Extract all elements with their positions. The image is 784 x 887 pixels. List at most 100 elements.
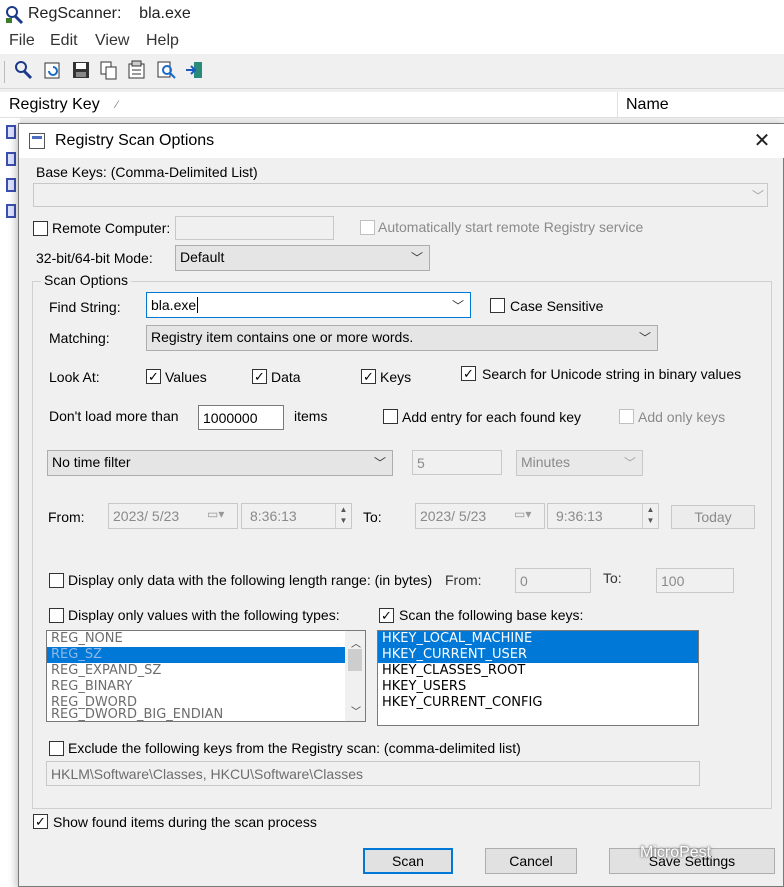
menu-edit[interactable]: Edit [50,32,78,50]
registry-row-icon [6,204,16,218]
results-column-header: Registry Key ⁄ Name [0,92,784,118]
show-found-items-label: Show found items during the scan process [53,814,317,830]
list-item[interactable]: REG_BINARY [47,679,365,695]
time-filter-select[interactable]: No time filter ﹀ [47,450,393,476]
today-button[interactable]: Today [671,505,755,529]
case-sensitive-label: Case Sensitive [510,298,604,314]
add-only-keys-checkbox[interactable] [619,409,634,424]
values-checkbox[interactable]: ✓ [146,369,161,384]
chevron-down-icon[interactable]: ﹀ [752,187,764,204]
find-string-input[interactable]: bla.exe ﹀ [146,292,471,318]
scan-button[interactable]: Scan [363,848,453,874]
list-item[interactable]: HKEY_CURRENT_USER [378,647,698,663]
add-entry-checkbox[interactable] [383,409,398,424]
calendar-dropdown-icon: ▭▾ [514,507,532,521]
scroll-up-icon[interactable]: ︿ [349,635,363,650]
find-icon[interactable] [155,59,177,81]
dialog-title-bar: Registry Scan Options ✕ [19,124,784,158]
keys-checkbox[interactable]: ✓ [361,369,376,384]
copy-icon[interactable] [98,59,120,81]
scroll-down-icon[interactable]: ﹀ [349,703,363,718]
time-unit-value: Minutes [521,454,571,470]
from-date-label: From: [48,509,85,525]
data-checkbox[interactable]: ✓ [252,369,267,384]
column-name[interactable]: Name [626,96,669,114]
list-item[interactable]: REG_SZ [47,647,365,663]
value-types-list[interactable]: REG_NONE REG_SZ REG_EXPAND_SZ REG_BINARY… [46,630,366,722]
to-date-picker[interactable]: 2023/ 5/23 ▭▾ [415,503,545,529]
matching-select[interactable]: Registry item contains one or more words… [146,325,658,351]
sort-indicator-icon: ⁄ [116,99,118,111]
keys-label: Keys [380,369,412,385]
mode-label: 32-bit/64-bit Mode: [36,250,153,266]
list-item[interactable]: HKEY_CURRENT_CONFIG [378,695,698,711]
from-time-spinner-icon[interactable]: ▲ ▼ [335,504,351,528]
from-time-input[interactable]: 8:36:13 ▲ ▼ [241,503,352,529]
list-item[interactable]: HKEY_LOCAL_MACHINE [378,631,698,647]
scan-options-group [32,281,772,809]
auto-start-remote-label: Automatically start remote Registry serv… [378,219,644,235]
remote-computer-input[interactable] [175,216,334,240]
time-amount-input[interactable]: 5 [412,450,502,475]
calendar-dropdown-icon: ▭▾ [207,507,225,521]
exit-icon[interactable] [184,59,206,81]
properties-icon[interactable] [126,59,148,81]
auto-start-remote-checkbox[interactable] [360,220,375,235]
unicode-binary-checkbox[interactable]: ✓ [461,366,476,381]
list-item[interactable]: HKEY_USERS [378,679,698,695]
scan-base-keys-checkbox[interactable]: ✓ [379,608,394,623]
results-list [0,118,20,887]
remote-computer-checkbox[interactable] [33,221,48,236]
scan-base-keys-label: Scan the following base keys: [399,607,584,623]
to-time-input[interactable]: 9:36:13 ▲ ▼ [547,503,659,529]
column-registry-key[interactable]: Registry Key [9,96,100,114]
mode-select[interactable]: Default ﹀ [175,245,430,271]
close-icon[interactable]: ✕ [747,128,777,154]
length-from-input[interactable]: 0 [515,568,591,593]
from-date-picker[interactable]: 2023/ 5/23 ▭▾ [108,503,238,529]
save-icon[interactable] [70,59,92,81]
to-time-spinner-icon[interactable]: ▲ ▼ [642,504,658,528]
chevron-down-icon: ﹀ [638,331,651,345]
value-types-label: Display only values with the following t… [68,607,340,623]
menu-help[interactable]: Help [146,32,179,50]
length-to-label: To: [603,570,622,586]
scrollbar-thumb[interactable] [348,649,362,671]
value-types-checkbox[interactable] [49,608,64,623]
find-string-label: Find String: [49,299,121,315]
length-range-checkbox[interactable] [49,573,64,588]
mode-select-value: Default [180,249,225,265]
refresh-icon[interactable] [42,59,64,81]
matching-label: Matching: [49,330,110,346]
exclude-keys-input[interactable]: HKLM\Software\Classes, HKCU\Software\Cla… [46,761,700,786]
registry-row-icon [6,125,16,139]
scan-icon[interactable] [12,59,34,81]
time-unit-select[interactable]: Minutes ﹀ [516,450,643,476]
watermark-text: MicroPest [640,844,712,861]
exclude-keys-checkbox[interactable] [49,741,64,756]
menu-file[interactable]: File [9,32,35,50]
column-divider[interactable] [617,92,618,118]
list-item[interactable]: REG_EXPAND_SZ [47,663,365,679]
menu-view[interactable]: View [95,32,129,50]
chevron-down-icon[interactable]: ﹀ [452,297,464,314]
case-sensitive-checkbox[interactable] [490,298,505,313]
add-entry-label: Add entry for each found key [402,409,581,425]
data-label: Data [271,369,301,385]
length-to-input[interactable]: 100 [656,568,734,593]
show-found-items-checkbox[interactable]: ✓ [33,814,48,829]
base-keys-list[interactable]: HKEY_LOCAL_MACHINE HKEY_CURRENT_USER HKE… [377,630,699,726]
max-items-input[interactable]: 1000000 [198,405,284,430]
list-item[interactable]: REG_NONE [47,631,365,647]
dialog-title: Registry Scan Options [55,132,215,149]
list-item[interactable]: REG_DWORD_BIG_ENDIAN [47,707,365,721]
base-keys-label: Base Keys: (Comma-Delimited List) [36,164,258,180]
list-item[interactable]: HKEY_CLASSES_ROOT [378,663,698,679]
cancel-button[interactable]: Cancel [485,848,577,874]
base-keys-input[interactable] [33,183,768,207]
chevron-down-icon: ﹀ [373,456,386,470]
unicode-binary-label: Search for Unicode string in binary valu… [482,366,742,382]
app-title: RegScanner: bla.exe [28,5,191,22]
registry-scan-options-dialog: Registry Scan Options ✕ Base Keys: (Comm… [18,123,784,887]
to-date-value: 2023/ 5/23 [420,508,487,524]
